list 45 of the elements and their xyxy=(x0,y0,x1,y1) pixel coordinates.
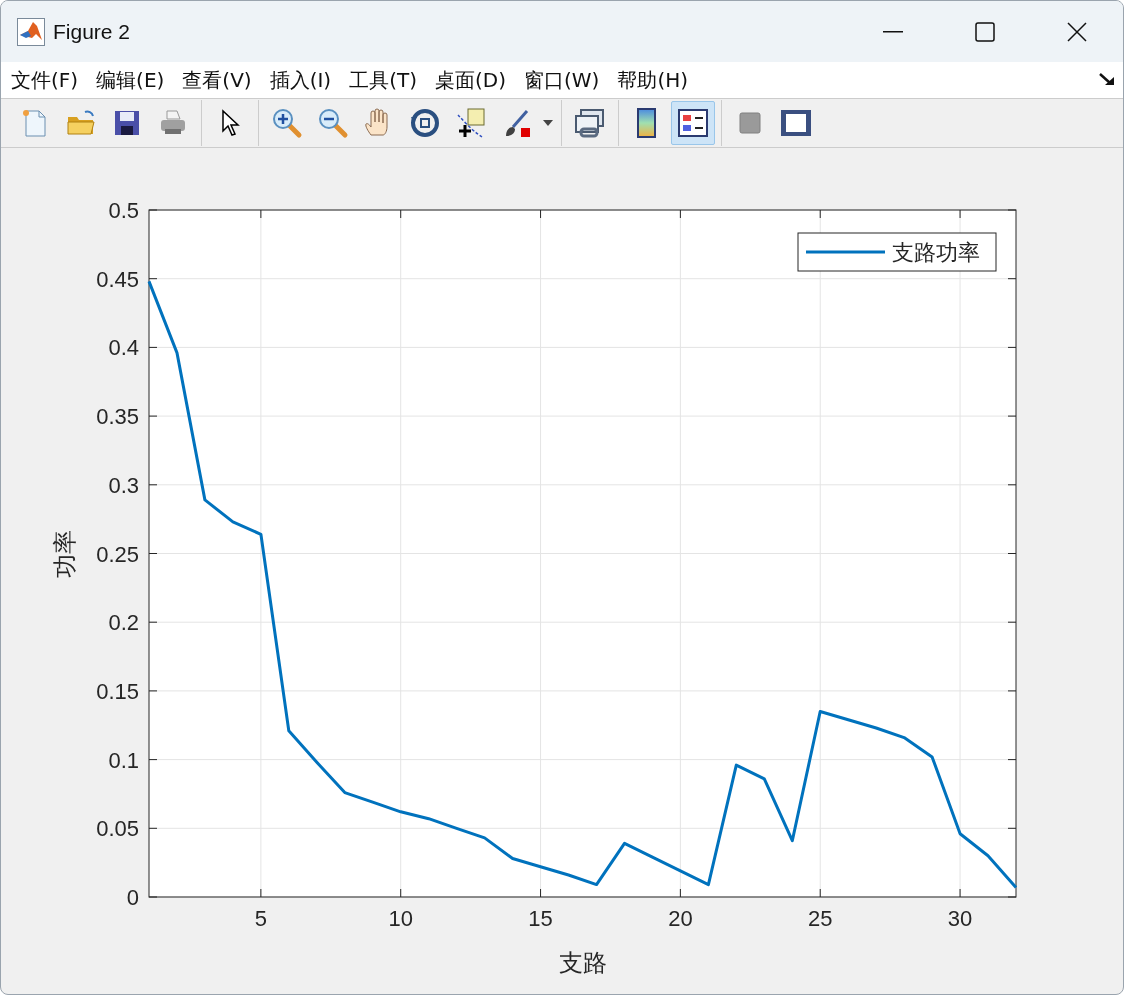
y-tick-label: 0.5 xyxy=(108,198,139,223)
linked-windows-icon xyxy=(573,107,607,140)
y-tick-label: 0.3 xyxy=(108,472,139,498)
y-tick-label: 0 xyxy=(126,885,139,910)
y-tick-label: 0.05 xyxy=(96,816,139,842)
zoom-out-icon xyxy=(317,107,349,140)
x-tick-label: 30 xyxy=(947,906,973,931)
colorbar-icon xyxy=(635,107,659,140)
y-tick-label: 0.45 xyxy=(96,266,139,292)
minimize-icon xyxy=(883,30,903,33)
x-tick-label: 20 xyxy=(668,906,693,931)
menu-item[interactable]: 文件(F) xyxy=(11,66,79,94)
window-title: Figure 2 xyxy=(53,19,132,44)
rotate-3d-icon xyxy=(409,107,441,140)
menu-item[interactable]: 窗口(W) xyxy=(524,66,600,94)
window-frame-icon xyxy=(779,108,813,139)
menu-item[interactable]: 编辑(E) xyxy=(96,66,165,94)
caret-icon xyxy=(543,120,553,127)
menu-item[interactable]: 桌面(D) xyxy=(435,66,506,94)
data-cursor-icon xyxy=(454,107,488,140)
menu-item[interactable]: 查看(V) xyxy=(182,66,252,94)
y-tick-label: 0.35 xyxy=(96,404,139,430)
zoom-in-icon xyxy=(271,107,303,140)
x-tick-label: 5 xyxy=(254,906,267,931)
square-icon xyxy=(737,110,763,137)
close-icon xyxy=(1067,21,1087,42)
maximize-icon xyxy=(975,21,995,42)
legend-label: 支路功率 xyxy=(892,240,980,265)
y-tick-label: 0.1 xyxy=(108,747,139,773)
y-axis-label: 功率 xyxy=(51,529,79,578)
y-tick-label: 0.4 xyxy=(108,335,139,361)
menu-item[interactable]: 帮助(H) xyxy=(617,66,689,94)
y-tick-label: 0.25 xyxy=(96,541,139,567)
toolbar-button[interactable] xyxy=(671,101,715,146)
dock-arrow-icon[interactable] xyxy=(1099,73,1115,88)
menu-item[interactable]: 插入(I) xyxy=(269,66,332,94)
y-tick-label: 0.15 xyxy=(96,678,139,704)
x-tick-label: 10 xyxy=(388,906,413,931)
y-tick-label: 0.2 xyxy=(108,610,139,636)
x-axis-label: 支路 xyxy=(558,949,607,977)
menu-item[interactable]: 工具(T) xyxy=(349,66,417,94)
x-tick-label: 25 xyxy=(808,906,833,931)
x-tick-label: 15 xyxy=(528,906,553,931)
legend-icon xyxy=(677,108,709,139)
matlab-logo-icon xyxy=(17,17,45,46)
